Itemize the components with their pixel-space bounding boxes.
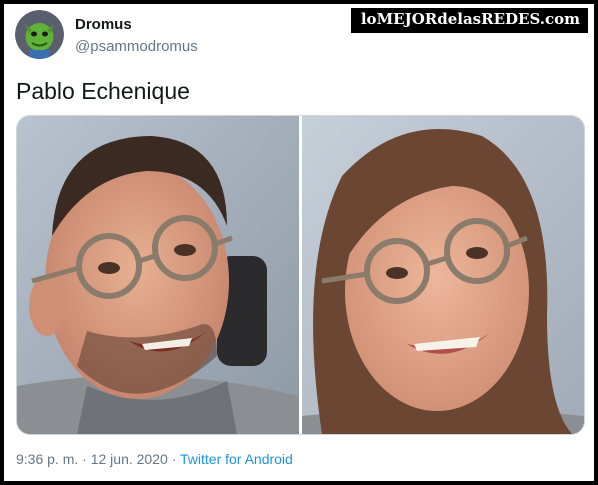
- tweet-source-link[interactable]: Twitter for Android: [180, 451, 293, 467]
- tweet-date[interactable]: 12 jun. 2020: [91, 451, 168, 467]
- footer-separator: ·: [82, 451, 87, 467]
- tweet-card: Dromus @psammodromus loMEJORdelasREDES.c…: [4, 4, 594, 481]
- tweet-time[interactable]: 9:36 p. m.: [16, 451, 78, 467]
- watermark-logo: loMEJORdelasREDES.com: [350, 8, 588, 33]
- display-name[interactable]: Dromus: [75, 16, 132, 33]
- user-handle[interactable]: @psammodromus: [75, 38, 198, 55]
- tweet-footer: 9:36 p. m. · 12 jun. 2020 · Twitter for …: [16, 451, 293, 467]
- avatar-image: [15, 10, 64, 59]
- photo-left[interactable]: [17, 116, 299, 434]
- footer-separator: ·: [171, 451, 177, 467]
- avatar[interactable]: [15, 10, 64, 59]
- tweet-media[interactable]: [16, 115, 585, 435]
- tweet-text: Pablo Echenique: [16, 78, 190, 104]
- photo-right[interactable]: [302, 116, 584, 434]
